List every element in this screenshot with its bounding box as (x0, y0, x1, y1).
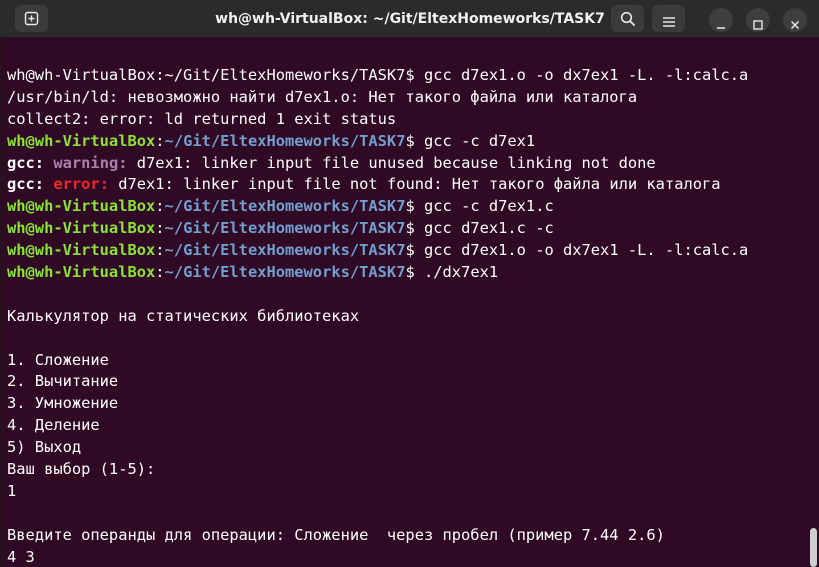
terminal-line: /usr/bin/ld: невозможно найти d7ex1.o: Н… (7, 87, 815, 109)
terminal-line: 4 3 (7, 547, 815, 567)
terminal-line: wh@wh-VirtualBox:~/Git/EltexHomeworks/TA… (7, 196, 815, 218)
terminal-text: 5) Выход (7, 438, 82, 457)
terminal-text: Ваш выбор (1-5): (7, 460, 156, 479)
minimize-icon (716, 15, 726, 29)
warning-label: warning: (53, 153, 128, 172)
terminal-text: collect2: error: ld returned 1 exit stat… (7, 109, 397, 128)
prompt-path: ~/Git/EltexHomeworks/TASK7 (164, 219, 406, 238)
maximize-icon (753, 15, 763, 30)
terminal-text: wh@wh-VirtualBox:~/Git/EltexHomeworks/TA… (7, 66, 749, 84)
left-edge-strip (0, 38, 4, 567)
error-label: error: (53, 175, 109, 194)
terminal-text: 4 3 (7, 547, 35, 566)
close-button[interactable] (783, 8, 807, 32)
close-icon (790, 15, 800, 30)
terminal-line: 4. Деление (7, 415, 815, 437)
terminal-text: d7ex1: linker input file unused because … (127, 153, 656, 172)
prompt-user-host: wh@wh-VirtualBox (7, 241, 156, 260)
hamburger-menu-icon (662, 13, 676, 27)
terminal-line: 1. Сложение (7, 350, 815, 372)
terminal-text: $ gcc d7ex1.o -o dx7ex1 -L. -l:calc.a (405, 241, 749, 260)
prompt-user-host: wh@wh-VirtualBox (7, 263, 156, 282)
terminal-text: Введите операнды для операции: Сложение … (7, 525, 665, 544)
prompt-path: ~/Git/EltexHomeworks/TASK7 (164, 131, 406, 150)
terminal-text: 4. Деление (7, 416, 100, 435)
search-icon (620, 11, 636, 27)
menu-button[interactable] (652, 5, 685, 32)
window-titlebar: wh@wh-VirtualBox: ~/Git/EltexHomeworks/T… (0, 0, 819, 38)
terminal-text: $ gcc d7ex1.c -c (405, 219, 554, 238)
terminal-line: wh@wh-VirtualBox:~/Git/EltexHomeworks/TA… (7, 262, 815, 284)
terminal-text: : (155, 219, 165, 238)
prompt-user-host: wh@wh-VirtualBox (7, 131, 156, 150)
terminal-text: 1 (7, 481, 17, 500)
new-tab-icon (24, 11, 39, 26)
prompt-user-host: wh@wh-VirtualBox (7, 219, 156, 238)
prompt-path: ~/Git/EltexHomeworks/TASK7 (164, 241, 406, 260)
terminal-text: d7ex1: linker input file not found: Нет … (108, 175, 721, 194)
prompt-path: ~/Git/EltexHomeworks/TASK7 (164, 197, 406, 216)
prompt-path: ~/Git/EltexHomeworks/TASK7 (164, 263, 406, 282)
terminal-line: gcc: warning: d7ex1: linker input file u… (7, 153, 815, 175)
terminal-text: : (155, 197, 165, 216)
terminal-line: 5) Выход (7, 437, 815, 459)
terminal-line: wh@wh-VirtualBox:~/Git/EltexHomeworks/TA… (7, 240, 815, 262)
terminal-line: Ваш выбор (1-5): (7, 459, 815, 481)
terminal-output: wh@wh-VirtualBox:~/Git/EltexHomeworks/TA… (7, 65, 815, 567)
search-button[interactable] (611, 5, 644, 32)
terminal-line: wh@wh-VirtualBox:~/Git/EltexHomeworks/TA… (7, 65, 815, 87)
terminal-line: collect2: error: ld returned 1 exit stat… (7, 109, 815, 131)
terminal-line: Введите операнды для операции: Сложение … (7, 525, 815, 547)
terminal-text: Калькулятор на статических библиотеках (7, 306, 360, 325)
terminal-text: $ ./dx7ex1 (405, 263, 499, 282)
terminal-line: 3. Умножение (7, 393, 815, 415)
prompt-user-host: wh@wh-VirtualBox (7, 197, 156, 216)
terminal-line: 1 (7, 481, 815, 503)
window-title: wh@wh-VirtualBox: ~/Git/EltexHomeworks/T… (215, 11, 605, 27)
terminal-text: : (155, 241, 165, 260)
terminal-text: /usr/bin/ld: невозможно найти d7ex1.o: Н… (7, 87, 638, 106)
terminal-text: $ gcc -c d7ex1 (405, 131, 536, 150)
terminal-text: gcc: (7, 153, 45, 172)
terminal-line: gcc: error: d7ex1: linker input file not… (7, 174, 815, 196)
terminal-line: wh@wh-VirtualBox:~/Git/EltexHomeworks/TA… (7, 131, 815, 153)
terminal-text: 1. Сложение (7, 350, 109, 369)
terminal-line: wh@wh-VirtualBox:~/Git/EltexHomeworks/TA… (7, 218, 815, 240)
terminal-text: $ gcc -c d7ex1.c (405, 197, 554, 216)
new-tab-button[interactable] (15, 5, 48, 32)
maximize-button[interactable] (746, 8, 770, 32)
terminal-text: gcc: (7, 175, 45, 194)
terminal-text: : (155, 131, 165, 150)
terminal-text: 2. Вычитание (7, 372, 119, 391)
minimize-button[interactable] (709, 8, 733, 32)
terminal-text: 3. Умножение (7, 394, 119, 413)
terminal-scrollbar[interactable] (810, 528, 817, 567)
terminal-line: 2. Вычитание (7, 371, 815, 393)
terminal-line: Калькулятор на статических библиотеках (7, 306, 815, 328)
terminal-text: : (155, 263, 165, 282)
terminal-area[interactable]: wh@wh-VirtualBox:~/Git/EltexHomeworks/TA… (0, 38, 819, 567)
